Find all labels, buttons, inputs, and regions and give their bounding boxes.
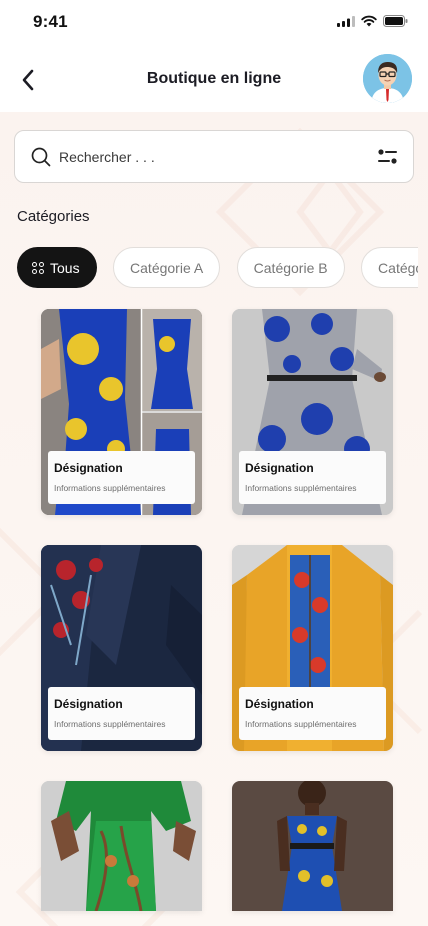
product-info: Informations supplémentaires — [245, 483, 357, 493]
product-label: Désignation Informations supplémentaires — [239, 687, 386, 740]
search-input[interactable] — [59, 147, 339, 167]
product-info: Informations supplémentaires — [54, 719, 166, 729]
chip-label: Tous — [50, 259, 80, 276]
product-card[interactable] — [232, 781, 393, 911]
battery-icon — [383, 15, 408, 27]
signal-icon — [337, 15, 355, 27]
product-image — [41, 781, 202, 911]
product-info: Informations supplémentaires — [245, 719, 357, 729]
product-card[interactable]: Désignation Informations supplémentaires — [232, 545, 393, 751]
chip-all[interactable]: Tous — [17, 247, 97, 288]
header: Boutique en ligne — [0, 44, 428, 112]
product-name: Désignation — [54, 461, 123, 475]
product-card[interactable]: Désignation Informations supplémentaires — [232, 309, 393, 515]
status-time: 9:41 — [33, 12, 68, 31]
status-bar: 9:41 — [0, 0, 428, 44]
product-name: Désignation — [245, 461, 314, 475]
avatar-illustration — [363, 54, 412, 103]
categories-title: Catégories — [17, 208, 90, 225]
chip-label: Catégorie B — [253, 259, 328, 276]
chip-label: Catégorie — [378, 259, 418, 276]
grid-dots-icon — [32, 261, 44, 274]
search-box — [14, 130, 414, 183]
product-card[interactable]: Désignation Informations supplémentaires — [41, 309, 202, 515]
product-image — [232, 781, 393, 911]
product-label: Désignation Informations supplémentaires — [48, 451, 195, 504]
product-card[interactable]: Désignation Informations supplémentaires — [41, 545, 202, 751]
product-label: Désignation Informations supplémentaires — [239, 451, 386, 504]
screen: 9:41 Boutique en ligne Rechercher . . . … — [0, 0, 428, 926]
chip-category-b[interactable]: Catégorie B — [236, 247, 345, 288]
product-info: Informations supplémentaires — [54, 483, 166, 493]
chip-label: Catégorie A — [130, 259, 204, 276]
product-name: Désignation — [54, 697, 123, 711]
wifi-icon — [361, 15, 377, 27]
product-card[interactable] — [41, 781, 202, 911]
chip-category-c[interactable]: Catégorie — [361, 247, 418, 288]
chip-category-a[interactable]: Catégorie A — [113, 247, 221, 288]
filter-icon[interactable] — [378, 148, 397, 166]
product-label: Désignation Informations supplémentaires — [48, 687, 195, 740]
avatar[interactable] — [363, 54, 412, 103]
search-icon — [31, 147, 51, 167]
status-icons — [337, 15, 408, 27]
category-chips: Tous Catégorie A Catégorie B Catégorie — [17, 247, 418, 289]
product-name: Désignation — [245, 697, 314, 711]
